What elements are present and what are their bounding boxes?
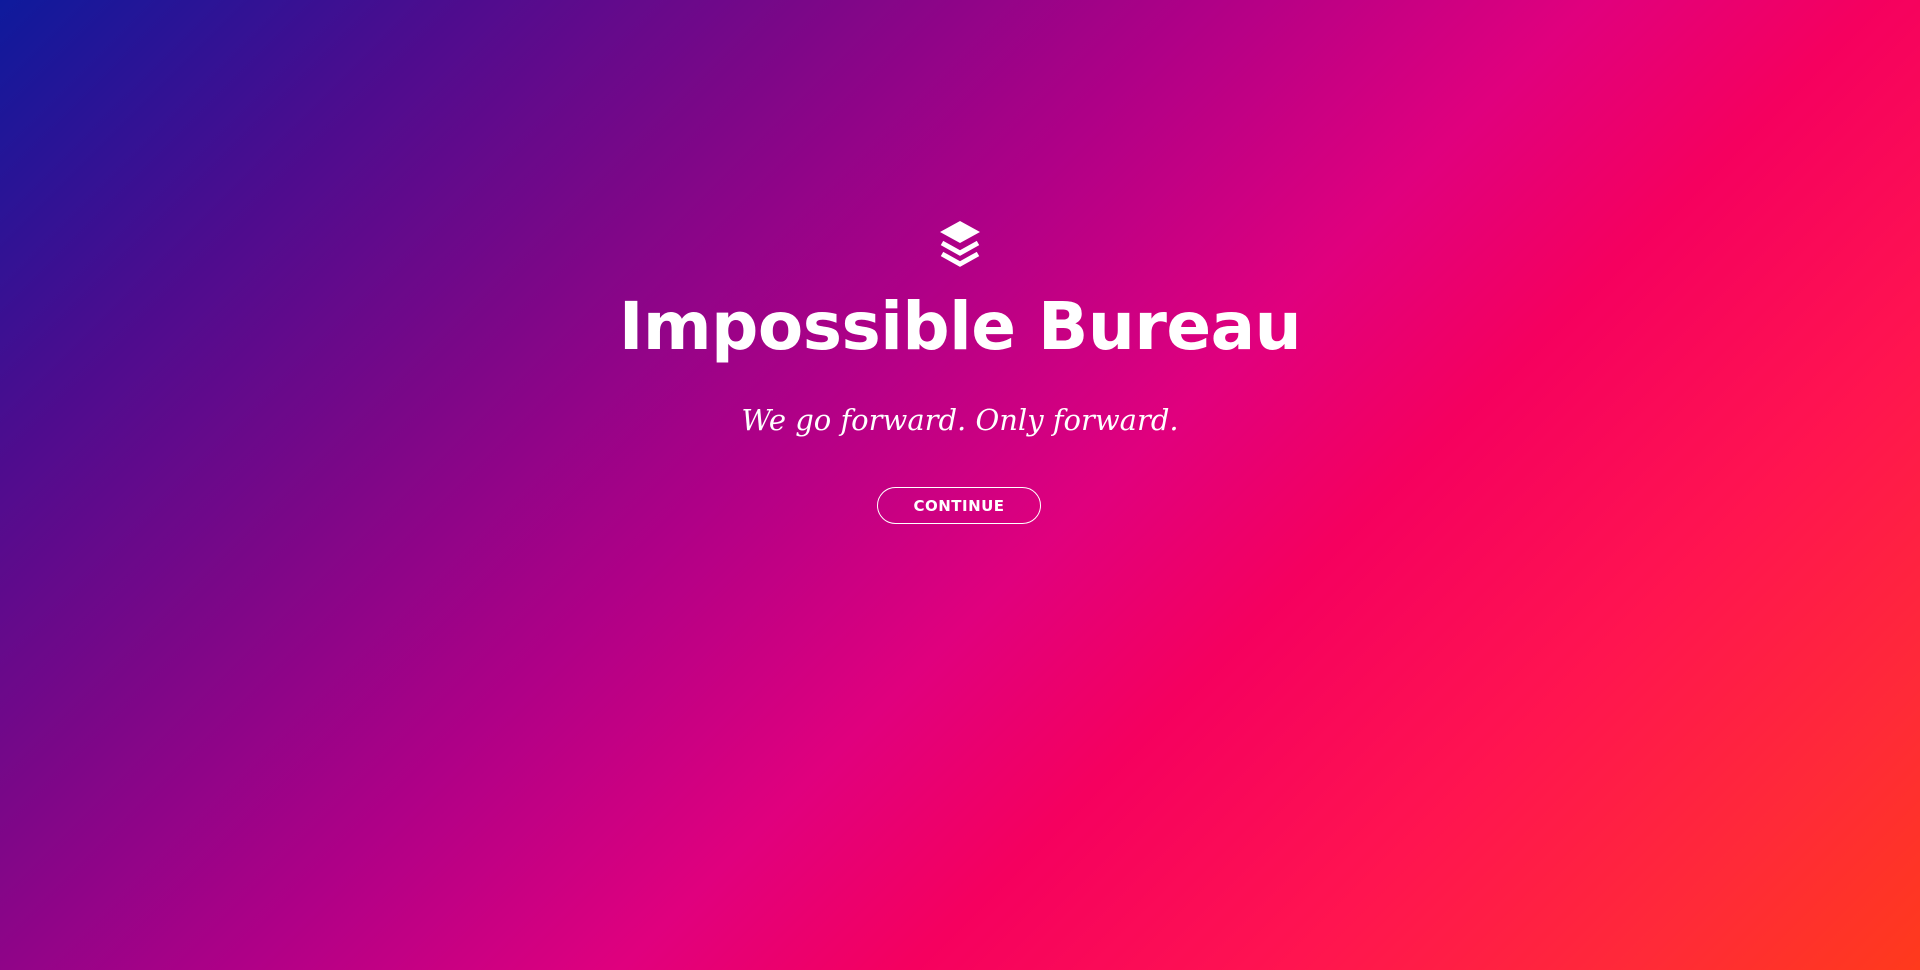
continue-button[interactable]: CONTINUE	[877, 487, 1041, 524]
site-title: Impossible Bureau	[618, 288, 1302, 365]
stacked-layers-icon	[938, 219, 982, 267]
hero-section: Impossible Bureau We go forward. Only fo…	[0, 0, 1920, 970]
tagline: We go forward. Only forward.	[741, 403, 1179, 437]
